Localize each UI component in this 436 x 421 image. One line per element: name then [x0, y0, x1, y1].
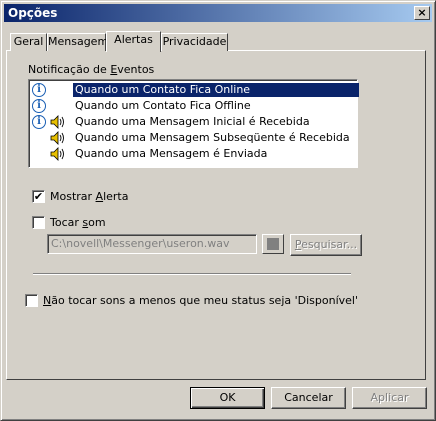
- event-list[interactable]: i Quando um Contato Fica Online i Quando…: [28, 79, 359, 168]
- apply-button[interactable]: Aplicar: [352, 387, 427, 409]
- tab-geral[interactable]: Geral: [10, 33, 47, 51]
- tab-label: Geral: [13, 35, 44, 48]
- play-icon: [267, 238, 279, 250]
- tab-privacidade[interactable]: Privacidade: [161, 33, 228, 51]
- list-item-label: Quando uma Mensagem Subseqüente é Recebi…: [75, 131, 350, 144]
- play-sound-checkbox[interactable]: [32, 216, 45, 229]
- title-bar: Opções ×: [4, 4, 432, 22]
- tab-alertas[interactable]: Alertas: [106, 31, 161, 52]
- no-sound-label: Não tocar sons a menos que meu status se…: [43, 294, 358, 307]
- event-notification-label: Notificação de Eventos: [28, 63, 155, 76]
- tab-label: Privacidade: [162, 35, 227, 48]
- show-alert-checkbox[interactable]: ✔: [32, 190, 45, 203]
- speaker-icon: [50, 147, 64, 161]
- window-title: Opções: [8, 6, 58, 20]
- list-item[interactable]: Quando uma Mensagem é Enviada: [31, 146, 357, 162]
- separator: [33, 273, 351, 275]
- speaker-icon: [50, 131, 64, 145]
- list-item-label: Quando um Contato Fica Offline: [75, 99, 251, 112]
- tab-label: Alertas: [114, 33, 153, 46]
- cancel-button[interactable]: Cancelar: [271, 387, 346, 409]
- check-icon: ✔: [33, 190, 44, 203]
- sound-file-field[interactable]: C:\novell\Messenger\useron.wav: [47, 234, 257, 254]
- list-item-label: Quando uma Mensagem Inicial é Recebida: [75, 115, 310, 128]
- list-item-label: Quando um Contato Fica Online: [73, 83, 359, 97]
- browse-button[interactable]: Pesquisar...: [290, 234, 362, 256]
- speaker-icon: [50, 115, 64, 129]
- close-icon: ×: [417, 6, 427, 19]
- list-item[interactable]: i Quando uma Mensagem Inicial é Recebida: [31, 114, 357, 130]
- tab-label: Mensagem: [48, 35, 109, 48]
- list-item[interactable]: i Quando um Contato Fica Offline: [31, 98, 357, 114]
- list-item[interactable]: Quando uma Mensagem Subseqüente é Recebi…: [31, 130, 357, 146]
- play-sound-label: Tocar som: [50, 216, 106, 229]
- play-sound-button[interactable]: [262, 234, 284, 254]
- list-item[interactable]: i Quando um Contato Fica Online: [31, 82, 359, 98]
- info-icon: i: [32, 99, 46, 113]
- ok-button[interactable]: OK: [190, 387, 265, 409]
- no-sound-checkbox[interactable]: [25, 294, 38, 307]
- tab-mensagem[interactable]: Mensagem: [47, 33, 109, 51]
- info-icon: i: [32, 115, 46, 129]
- list-item-label: Quando uma Mensagem é Enviada: [75, 147, 268, 160]
- info-icon: i: [32, 83, 46, 97]
- show-alert-label: Mostrar Alerta: [50, 190, 129, 203]
- close-button[interactable]: ×: [414, 6, 430, 20]
